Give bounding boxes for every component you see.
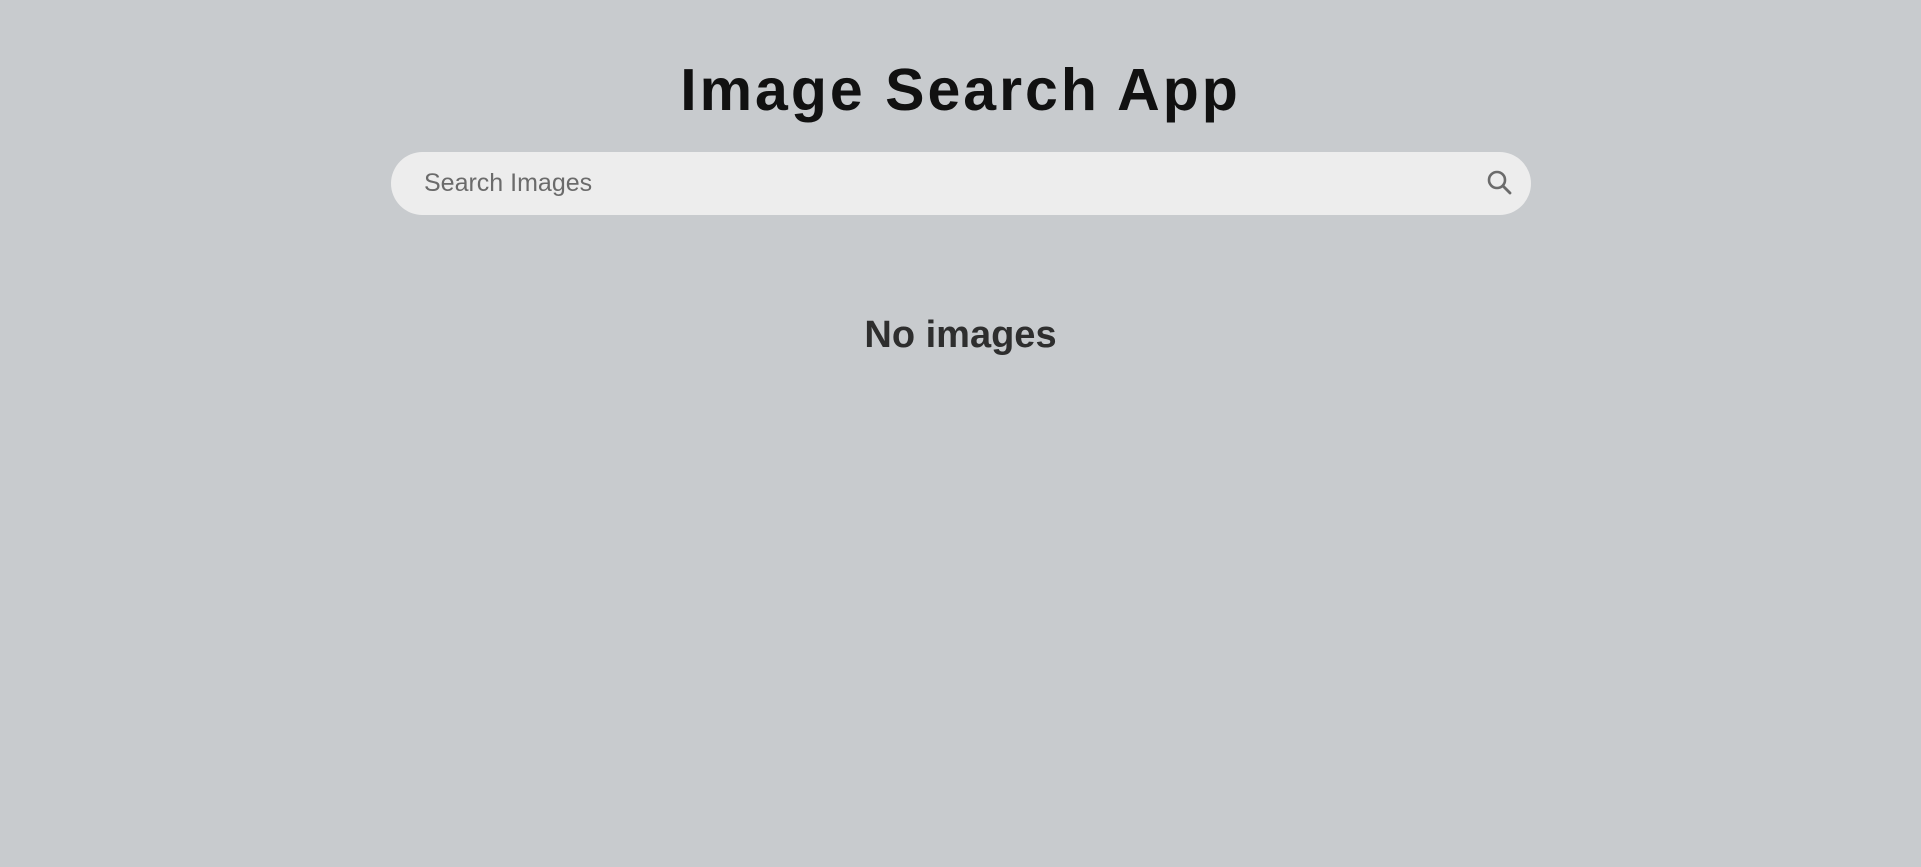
search-input[interactable]	[424, 152, 1454, 215]
page-title: Image Search App	[680, 57, 1241, 123]
no-images-message: No images	[864, 314, 1057, 356]
search-icon[interactable]	[1484, 167, 1516, 199]
app-container: Image Search App No images	[0, 0, 1921, 867]
search-bar	[391, 152, 1531, 215]
